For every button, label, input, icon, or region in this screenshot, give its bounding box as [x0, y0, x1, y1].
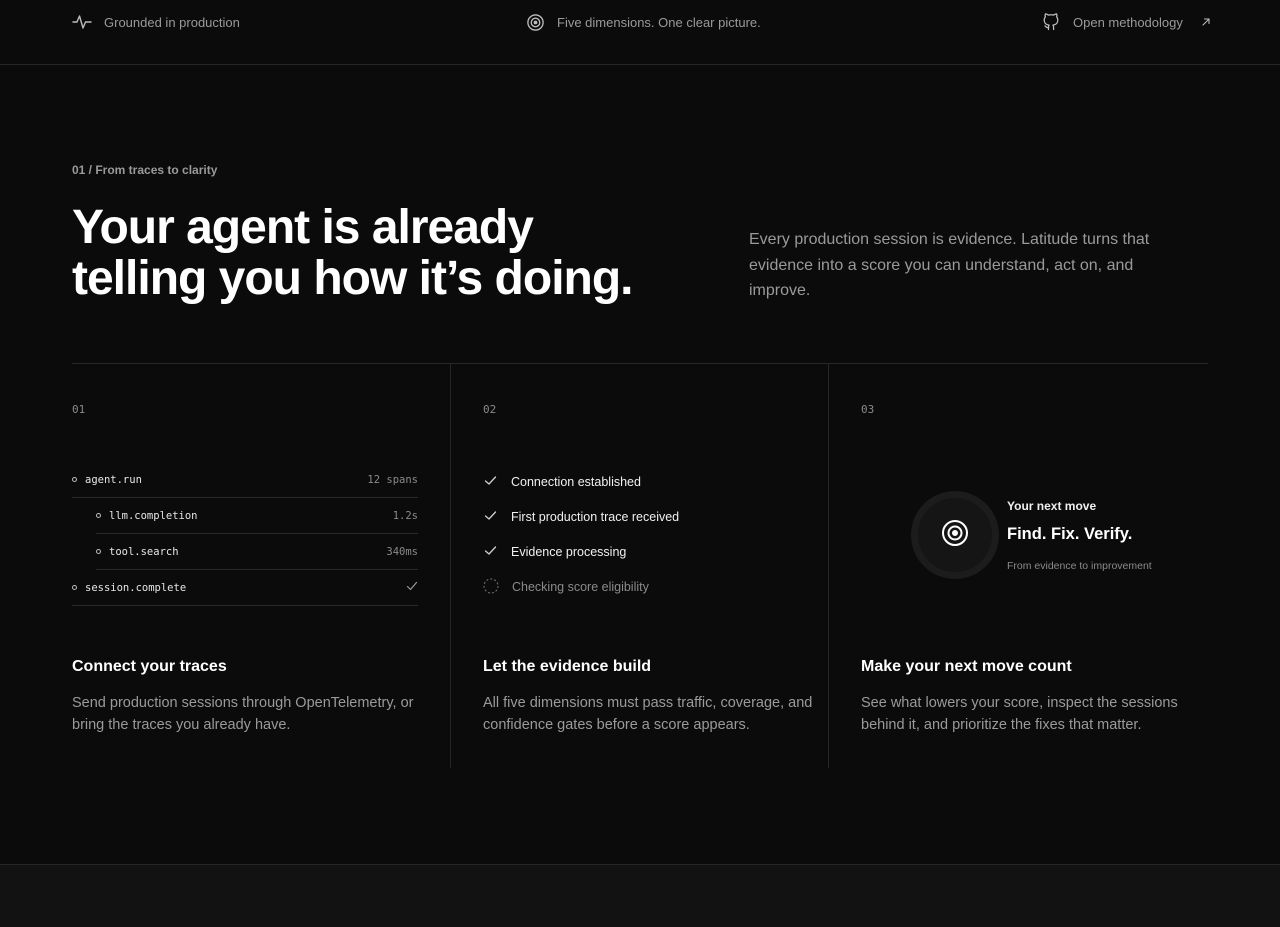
- trace-name: llm.completion: [109, 509, 198, 522]
- trace-row: tool.search 340ms: [96, 534, 418, 570]
- trace-row: agent.run 12 spans: [72, 462, 418, 498]
- step-description: All five dimensions must pass traffic, c…: [483, 695, 813, 733]
- grid-divider: [72, 363, 1208, 364]
- topbar-label: Open methodology: [1073, 14, 1183, 30]
- check-icon: [483, 473, 498, 491]
- topbar-item-production: Grounded in production: [72, 12, 240, 32]
- span-dot-icon: [72, 477, 77, 482]
- trace-meta: 340ms: [386, 545, 418, 558]
- trace-name: agent.run: [85, 473, 142, 486]
- column-divider: [450, 364, 451, 768]
- loading-spinner-icon: [483, 577, 499, 597]
- check-icon: [406, 580, 418, 595]
- topbar-label: Grounded in production: [104, 14, 240, 30]
- next-move-subtitle: From evidence to improvement: [1007, 560, 1152, 572]
- checklist-item: First production trace received: [483, 507, 679, 527]
- trace-row: session.complete: [72, 570, 418, 606]
- checklist-label: First production trace received: [511, 510, 680, 524]
- step-number: 03: [861, 403, 875, 416]
- next-move-label: Your next move: [1007, 499, 1097, 513]
- checklist-item: Evidence processing: [483, 542, 626, 562]
- target-icon: [526, 13, 545, 32]
- step-number: 02: [483, 403, 497, 416]
- topbar-label: Five dimensions. One clear picture.: [557, 14, 761, 30]
- target-icon: [941, 519, 969, 552]
- arrow-up-right-icon: [1201, 17, 1211, 27]
- step-title: Connect your traces: [72, 658, 227, 675]
- span-dot-icon: [72, 585, 77, 590]
- check-icon: [483, 508, 498, 526]
- checklist-label: Connection established: [511, 475, 641, 489]
- step-title: Let the evidence build: [483, 658, 652, 675]
- next-section-band: [0, 864, 1280, 927]
- checklist-label: Evidence processing: [511, 545, 627, 559]
- headline-line-2: telling you how it’s doing.: [72, 252, 634, 305]
- trace-meta: 12 spans: [367, 473, 418, 486]
- section-eyebrow: 01 / From traces to clarity: [72, 163, 218, 177]
- trace-meta: 1.2s: [392, 509, 418, 522]
- trace-name: session.complete: [85, 581, 187, 594]
- step-description: See what lowers your score, inspect the …: [861, 695, 1178, 733]
- step-description: Send production sessions through OpenTel…: [72, 695, 414, 733]
- score-ring: [911, 491, 999, 579]
- trace-name: tool.search: [109, 545, 179, 558]
- next-move-title: Find. Fix. Verify.: [1007, 525, 1133, 543]
- headline-line-1: Your agent is already: [72, 201, 534, 254]
- checklist-label: Checking score eligibility: [512, 580, 649, 594]
- intro-paragraph: Every production session is evidence. La…: [749, 231, 1150, 299]
- step-title: Make your next move count: [861, 658, 1072, 675]
- span-dot-icon: [96, 549, 101, 554]
- top-bar: Grounded in production Five dimensions. …: [0, 0, 1280, 65]
- checklist-item: Connection established: [483, 472, 641, 492]
- trace-row: llm.completion 1.2s: [96, 498, 418, 534]
- step-number: 01: [72, 403, 86, 416]
- page-title: Your agent is already telling you how it…: [72, 202, 672, 304]
- open-methodology-link[interactable]: Open methodology: [1041, 12, 1211, 32]
- activity-icon: [72, 12, 92, 32]
- check-icon: [483, 543, 498, 561]
- topbar-item-dimensions: Five dimensions. One clear picture.: [526, 12, 761, 32]
- github-icon: [1041, 12, 1061, 32]
- checklist-item: Checking score eligibility: [483, 577, 649, 597]
- span-dot-icon: [96, 513, 101, 518]
